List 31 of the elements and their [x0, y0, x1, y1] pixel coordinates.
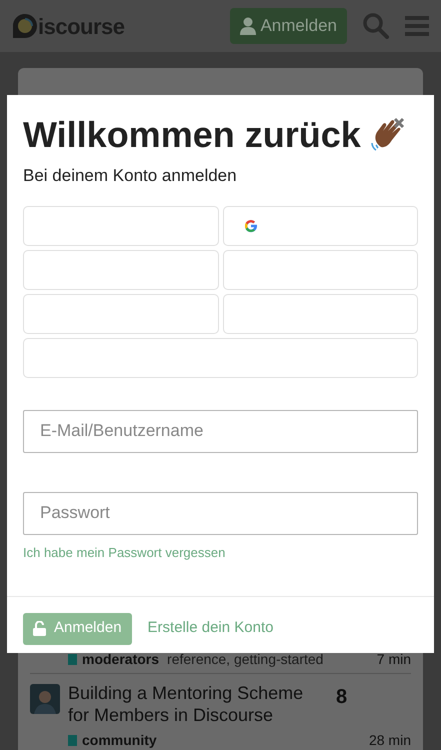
login-button[interactable]: Anmelden	[230, 8, 347, 44]
user-icon	[240, 17, 256, 35]
activity-time: 7 min	[376, 651, 411, 667]
category-label[interactable]: moderators	[82, 651, 160, 667]
unlock-icon	[33, 621, 46, 636]
google-icon	[244, 218, 258, 232]
forgot-password-link[interactable]: Ich habe mein Passwort vergessen	[23, 544, 226, 560]
login-option-button[interactable]	[23, 250, 218, 290]
topic-tags[interactable]: reference, getting-started	[167, 651, 324, 667]
login-option-button[interactable]	[222, 294, 418, 334]
modal-subtitle: Bei deinem Konto anmelden	[23, 165, 238, 187]
google-login-button[interactable]	[222, 206, 418, 246]
avatar[interactable]	[30, 684, 60, 714]
login-option-button[interactable]	[23, 206, 218, 246]
category-label[interactable]: community	[82, 732, 157, 748]
create-account-link[interactable]: Erstelle dein Konto	[148, 617, 274, 640]
topic-title[interactable]: Building a Mentoring Scheme for Members in Discourse	[68, 682, 328, 726]
password-field[interactable]: Passwort	[23, 492, 418, 534]
modal-title: Willkommen zurück	[23, 113, 361, 157]
login-option-button[interactable]	[23, 294, 218, 334]
login-option-button[interactable]	[222, 250, 418, 290]
login-option-button[interactable]	[23, 338, 418, 378]
category-color-swatch	[68, 654, 77, 664]
activity-time: 28 min	[368, 732, 411, 748]
menu-icon[interactable]	[405, 15, 429, 37]
login-button[interactable]: Anmelden	[23, 612, 132, 644]
email-field[interactable]: E-Mail/Benutzername	[23, 410, 418, 452]
search-icon[interactable]	[363, 13, 389, 39]
logo-icon	[12, 13, 38, 39]
category-color-swatch	[68, 734, 77, 746]
reply-count: 8	[336, 685, 348, 710]
